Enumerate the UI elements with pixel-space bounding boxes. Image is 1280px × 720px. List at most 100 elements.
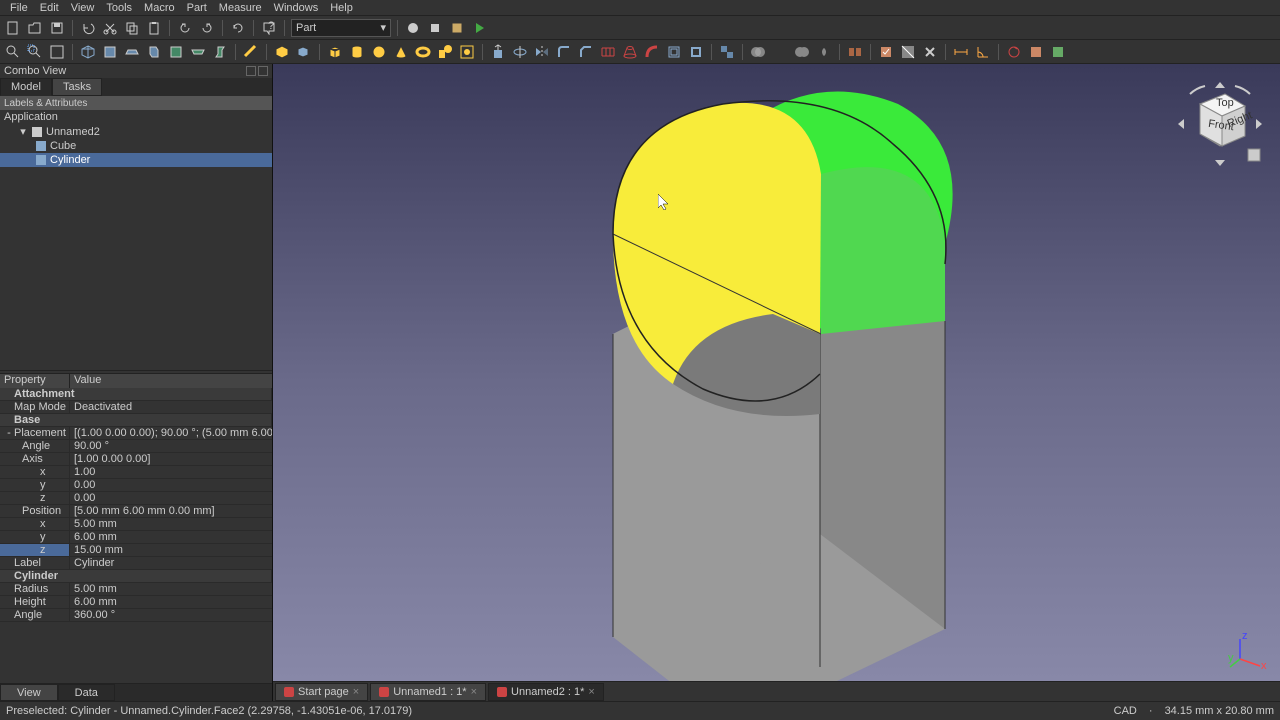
property-group[interactable]: Cylinder — [0, 570, 272, 583]
whatsthis-icon[interactable]: ? — [260, 19, 278, 37]
cross-icon[interactable] — [921, 43, 939, 61]
menu-file[interactable]: File — [4, 2, 34, 14]
torus-icon[interactable] — [414, 43, 432, 61]
menu-view[interactable]: View — [65, 2, 101, 14]
menu-macro[interactable]: Macro — [138, 2, 181, 14]
boolean-icon[interactable] — [749, 43, 767, 61]
property-row[interactable]: Map ModeDeactivated — [0, 401, 272, 414]
close-icon[interactable]: × — [588, 686, 594, 698]
refresh-icon[interactable] — [229, 19, 247, 37]
property-row[interactable]: -Placement[(1.00 0.00 0.00); 90.00 °; (5… — [0, 427, 272, 440]
sweep-icon[interactable] — [643, 43, 661, 61]
property-group[interactable]: Base — [0, 414, 272, 427]
paste-icon[interactable] — [145, 19, 163, 37]
cut-bool-icon[interactable] — [771, 43, 789, 61]
dock-icon[interactable] — [246, 66, 256, 76]
property-row[interactable]: Angle360.00 ° — [0, 609, 272, 622]
measure-refresh-icon[interactable] — [1005, 43, 1023, 61]
redo-icon[interactable] — [198, 19, 216, 37]
measure-linear-icon[interactable] — [952, 43, 970, 61]
view-left-icon[interactable] — [211, 43, 229, 61]
tab-data[interactable]: Data — [58, 684, 115, 701]
measure-icon[interactable] — [242, 43, 260, 61]
property-row[interactable]: x1.00 — [0, 466, 272, 479]
view-rear-icon[interactable] — [167, 43, 185, 61]
fuse-icon[interactable] — [793, 43, 811, 61]
thickness-icon[interactable] — [687, 43, 705, 61]
view-right-icon[interactable] — [145, 43, 163, 61]
new-file-icon[interactable] — [4, 19, 22, 37]
tab-tasks[interactable]: Tasks — [52, 78, 102, 96]
measure-clear-icon[interactable] — [1027, 43, 1045, 61]
menu-part[interactable]: Part — [181, 2, 213, 14]
zoom-selection-icon[interactable] — [26, 43, 44, 61]
part-group-icon[interactable] — [295, 43, 313, 61]
check-icon[interactable] — [877, 43, 895, 61]
primitives-icon[interactable] — [436, 43, 454, 61]
menu-measure[interactable]: Measure — [213, 2, 268, 14]
zoom-fit-icon[interactable] — [4, 43, 22, 61]
menu-tools[interactable]: Tools — [100, 2, 138, 14]
property-row[interactable]: Axis[1.00 0.00 0.00] — [0, 453, 272, 466]
fillet-icon[interactable] — [555, 43, 573, 61]
navigation-cube[interactable]: Front Right Top — [1170, 74, 1270, 174]
cone-icon[interactable] — [392, 43, 410, 61]
property-row[interactable]: Angle90.00 ° — [0, 440, 272, 453]
open-file-icon[interactable] — [26, 19, 44, 37]
3d-viewport[interactable]: Front Right Top z x y Start p — [273, 64, 1280, 701]
cube-icon[interactable] — [326, 43, 344, 61]
property-row[interactable]: y0.00 — [0, 479, 272, 492]
cylinder-icon[interactable] — [348, 43, 366, 61]
workbench-selector[interactable]: Part ▾ — [291, 19, 391, 37]
doc-tab-unnamed1[interactable]: Unnamed1 : 1* × — [370, 683, 486, 701]
view-iso-icon[interactable] — [79, 43, 97, 61]
offset-icon[interactable] — [665, 43, 683, 61]
undo-icon[interactable] — [79, 19, 97, 37]
mirror-icon[interactable] — [533, 43, 551, 61]
section-icon[interactable] — [899, 43, 917, 61]
expander-icon[interactable]: ▾ — [18, 125, 28, 138]
extrude-icon[interactable] — [489, 43, 507, 61]
menu-windows[interactable]: Windows — [268, 2, 325, 14]
undo2-icon[interactable] — [176, 19, 194, 37]
view-front-icon[interactable] — [101, 43, 119, 61]
close-icon[interactable]: × — [353, 686, 359, 698]
property-row[interactable]: Radius5.00 mm — [0, 583, 272, 596]
property-row[interactable]: y6.00 mm — [0, 531, 272, 544]
view-bottom-icon[interactable] — [189, 43, 207, 61]
tree-root[interactable]: Application — [0, 110, 272, 124]
property-row[interactable]: LabelCylinder — [0, 557, 272, 570]
tree-item-cube[interactable]: Cube — [0, 139, 272, 153]
macro-play-icon[interactable] — [470, 19, 488, 37]
macro-list-icon[interactable] — [448, 19, 466, 37]
status-nav-mode[interactable]: CAD — [1114, 705, 1137, 717]
model-tree[interactable]: Application ▾ Unnamed2 Cube Cylinder — [0, 110, 272, 370]
property-row[interactable]: z15.00 mm — [0, 544, 272, 557]
compound-icon[interactable] — [718, 43, 736, 61]
tree-item-cylinder[interactable]: Cylinder — [0, 153, 272, 167]
measure-angular-icon[interactable] — [974, 43, 992, 61]
draw-style-icon[interactable] — [48, 43, 66, 61]
property-group[interactable]: Attachment — [0, 388, 272, 401]
common-icon[interactable] — [815, 43, 833, 61]
split-icon[interactable] — [846, 43, 864, 61]
menu-help[interactable]: Help — [324, 2, 359, 14]
copy-icon[interactable] — [123, 19, 141, 37]
property-row[interactable]: x5.00 mm — [0, 518, 272, 531]
tree-document[interactable]: ▾ Unnamed2 — [0, 124, 272, 139]
ruled-icon[interactable] — [599, 43, 617, 61]
doc-tab-unnamed2[interactable]: Unnamed2 : 1* × — [488, 683, 604, 701]
property-row[interactable]: z0.00 — [0, 492, 272, 505]
cut-icon[interactable] — [101, 19, 119, 37]
doc-tab-start[interactable]: Start page × — [275, 683, 368, 701]
close-icon[interactable]: × — [471, 686, 477, 698]
tab-model[interactable]: Model — [0, 78, 52, 96]
save-icon[interactable] — [48, 19, 66, 37]
property-panel[interactable]: AttachmentMap ModeDeactivatedBase-Placem… — [0, 388, 272, 683]
chamfer-icon[interactable] — [577, 43, 595, 61]
measure-toggle-icon[interactable] — [1049, 43, 1067, 61]
shapebuilder-icon[interactable] — [458, 43, 476, 61]
macro-record-icon[interactable] — [404, 19, 422, 37]
menu-edit[interactable]: Edit — [34, 2, 65, 14]
tab-view[interactable]: View — [0, 684, 58, 701]
